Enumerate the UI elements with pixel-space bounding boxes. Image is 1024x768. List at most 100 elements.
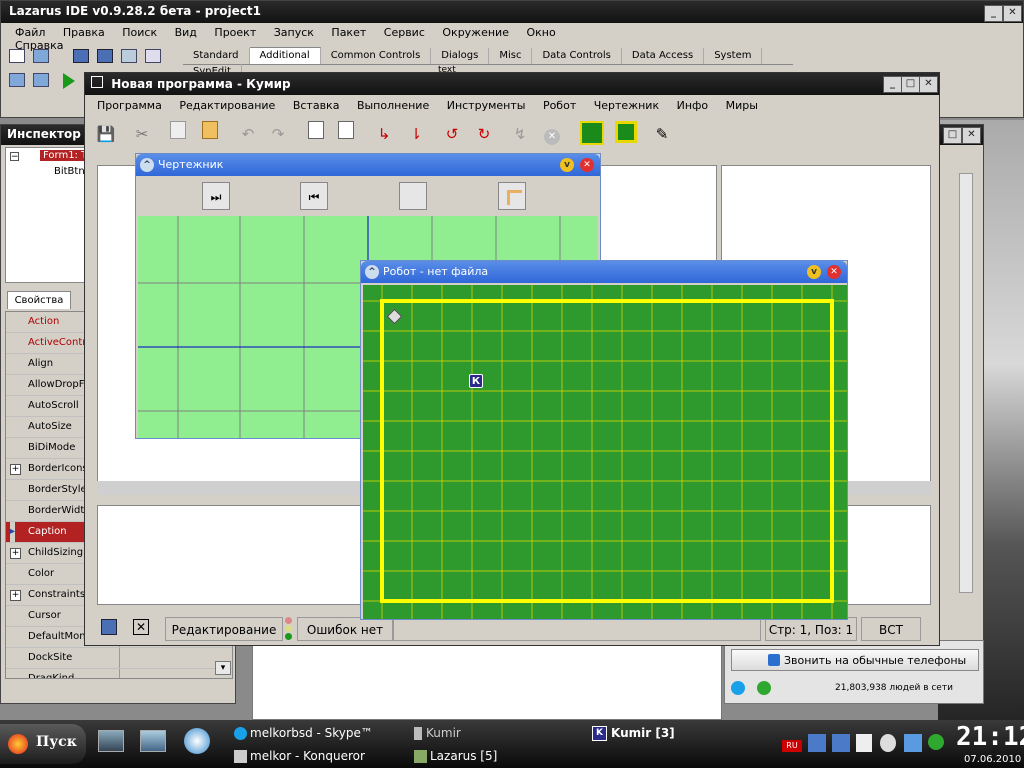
- menu-drafter[interactable]: Чертежник: [594, 99, 659, 112]
- tab-additional[interactable]: Additional: [249, 47, 321, 64]
- drafter-titlebar[interactable]: ^ Чертежник v ✕: [136, 154, 600, 176]
- tree-expand-icon[interactable]: −: [10, 152, 19, 162]
- menu-program[interactable]: Программа: [97, 99, 162, 112]
- skype-status-icon[interactable]: [731, 681, 745, 695]
- tray-network-icon[interactable]: [808, 734, 826, 752]
- menu-insert[interactable]: Вставка: [293, 99, 340, 112]
- pencil-icon[interactable]: ✎: [649, 121, 675, 147]
- run-disabled-icon[interactable]: ↯: [507, 121, 533, 147]
- menu-robot[interactable]: Робот: [543, 99, 576, 112]
- menu-search[interactable]: Поиск: [122, 26, 157, 39]
- tab-data-controls[interactable]: Data Controls: [532, 48, 622, 64]
- tab-common-controls[interactable]: Common Controls: [321, 48, 432, 64]
- tray-network2-icon[interactable]: [832, 734, 850, 752]
- menu-tools[interactable]: Сервис: [384, 26, 425, 39]
- robot-marker[interactable]: К: [469, 374, 483, 388]
- property-row[interactable]: DockSite: [6, 648, 232, 669]
- menu-environment[interactable]: Окружение: [442, 26, 509, 39]
- quicklaunch-browser-icon[interactable]: [184, 728, 210, 754]
- menu-editing[interactable]: Редактирование: [179, 99, 275, 112]
- expand-icon[interactable]: +: [10, 548, 21, 559]
- kumir-maximize-icon[interactable]: □: [901, 76, 920, 93]
- quicklaunch-desktop-icon[interactable]: [98, 730, 124, 752]
- step-in-icon[interactable]: ↳: [371, 121, 397, 147]
- lazarus-titlebar[interactable]: Lazarus IDE v0.9.28.2 бета - project1 _ …: [1, 1, 1023, 23]
- close-icon[interactable]: ✕: [1003, 5, 1022, 22]
- property-row[interactable]: DragKind dkDrag: [6, 669, 232, 678]
- tray-lock-icon[interactable]: [904, 734, 922, 752]
- kumir-close-icon[interactable]: ✕: [919, 76, 938, 93]
- loop-icon[interactable]: ↺: [439, 121, 465, 147]
- task-konqueror[interactable]: melkor - Konqueror: [234, 746, 365, 766]
- editor-scrollbar[interactable]: [959, 173, 973, 593]
- drafter-prev-icon[interactable]: ⏮: [300, 182, 328, 210]
- stop-icon[interactable]: ✕: [539, 121, 565, 147]
- robot-window-icon[interactable]: [579, 121, 605, 147]
- tray-kumir-icon[interactable]: [856, 734, 872, 752]
- return-icon[interactable]: ↻: [471, 121, 497, 147]
- indent-icon[interactable]: [303, 121, 329, 147]
- robot-collapse-icon[interactable]: ^: [365, 265, 379, 279]
- tab-properties[interactable]: Свойства: [7, 291, 71, 309]
- drafter-blank-button[interactable]: [399, 182, 427, 210]
- kumir-titlebar[interactable]: Новая программа - Кумир _ □ ✕: [85, 73, 939, 95]
- menu-project[interactable]: Проект: [214, 26, 256, 39]
- drafter-corner-icon[interactable]: [498, 182, 526, 210]
- robot-field[interactable]: [363, 285, 847, 619]
- menu-execution[interactable]: Выполнение: [357, 99, 429, 112]
- call-phones-button[interactable]: Звонить на обычные телефоны: [731, 649, 979, 671]
- new-file-icon[interactable]: [9, 49, 25, 63]
- drafter-window-icon[interactable]: [613, 121, 639, 147]
- save-icon[interactable]: [73, 49, 89, 63]
- tab-standard[interactable]: Standard: [183, 48, 250, 64]
- paste-icon[interactable]: [197, 121, 223, 147]
- run-icon[interactable]: [63, 73, 75, 89]
- robot-close-icon[interactable]: ✕: [827, 265, 841, 279]
- task-skype[interactable]: melkorbsd - Skype™: [234, 723, 373, 743]
- view-forms-icon[interactable]: [33, 73, 49, 87]
- save-all-icon[interactable]: [97, 49, 113, 63]
- task-kumir[interactable]: Kumir: [414, 723, 461, 743]
- start-button[interactable]: Пуск: [0, 724, 86, 764]
- tab-system[interactable]: System: [704, 48, 763, 64]
- editor-restore-icon[interactable]: □: [943, 127, 962, 144]
- unindent-icon[interactable]: [333, 121, 359, 147]
- robot-minimize-icon[interactable]: v: [807, 265, 821, 279]
- tray-skype-icon[interactable]: [928, 734, 944, 750]
- view-units-icon[interactable]: [9, 73, 25, 87]
- robot-titlebar[interactable]: ^ Робот - нет файла v ✕: [361, 261, 847, 283]
- minimize-icon[interactable]: _: [984, 5, 1003, 22]
- drafter-minimize-icon[interactable]: v: [560, 158, 574, 172]
- tray-language-icon[interactable]: RU: [782, 740, 802, 752]
- property-value[interactable]: dkDrag: [124, 677, 160, 678]
- save-icon[interactable]: 💾: [93, 121, 119, 147]
- task-lazarus[interactable]: Lazarus [5]: [414, 746, 497, 766]
- drafter-close-icon[interactable]: ✕: [580, 158, 594, 172]
- copy-icon[interactable]: [165, 121, 191, 147]
- unit-icon[interactable]: [145, 49, 161, 63]
- menu-worlds[interactable]: Миры: [726, 99, 758, 112]
- expand-icon[interactable]: +: [10, 464, 21, 475]
- form-icon[interactable]: [121, 49, 137, 63]
- menu-file[interactable]: Файл: [15, 26, 45, 39]
- inspector-dropdown-arrow[interactable]: ▾: [215, 661, 231, 675]
- status-save-icon[interactable]: [101, 619, 117, 635]
- menu-run[interactable]: Запуск: [274, 26, 314, 39]
- tab-dialogs[interactable]: Dialogs: [431, 48, 490, 64]
- menu-window[interactable]: Окно: [526, 26, 555, 39]
- cut-icon[interactable]: ✂: [129, 121, 155, 147]
- menu-edit[interactable]: Правка: [63, 26, 105, 39]
- menu-view[interactable]: Вид: [175, 26, 197, 39]
- skype-online-icon[interactable]: [757, 681, 771, 695]
- step-over-icon[interactable]: ⇂: [403, 121, 429, 147]
- expand-icon[interactable]: +: [10, 590, 21, 601]
- undo-icon[interactable]: ↶: [235, 121, 261, 147]
- clock-time[interactable]: 21:12: [956, 722, 1024, 752]
- kumir-minimize-icon[interactable]: _: [883, 76, 902, 93]
- tab-misc[interactable]: Misc: [489, 48, 533, 64]
- redo-icon[interactable]: ↷: [265, 121, 291, 147]
- open-icon[interactable]: [33, 49, 49, 63]
- editor-close-icon[interactable]: ✕: [962, 127, 981, 144]
- drafter-next-icon[interactable]: ⏭: [202, 182, 230, 210]
- tab-data-access[interactable]: Data Access: [622, 48, 705, 64]
